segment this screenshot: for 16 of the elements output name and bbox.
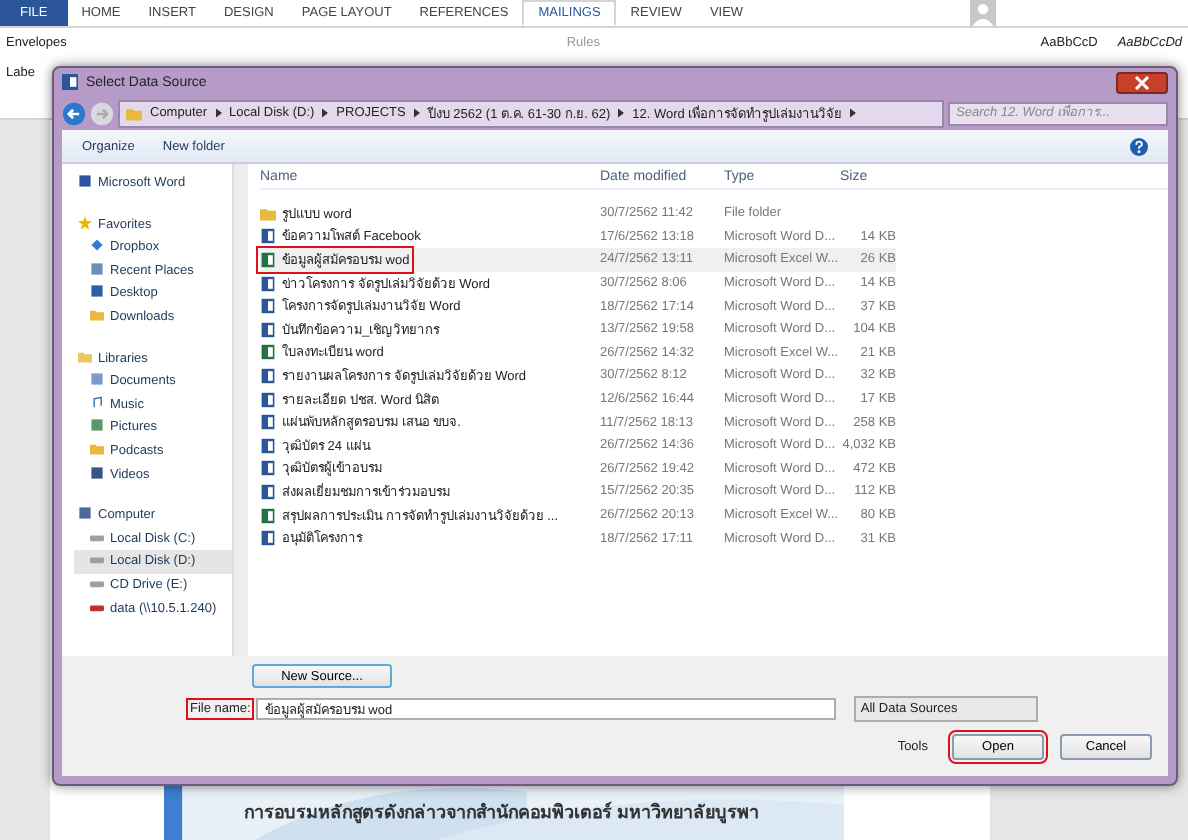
chevron-icon (413, 108, 420, 118)
star-icon (78, 215, 92, 230)
folder-icon (260, 205, 276, 222)
dropbox-icon (90, 238, 104, 253)
close-button[interactable] (1116, 71, 1168, 93)
chevron-icon (322, 108, 329, 118)
close-icon (1134, 75, 1150, 89)
document-text: การอบรมหลักสูตรดังกล่าวจากสำนักคอมพิวเตอร์ มหาวิทยาลัยบูรพา (244, 799, 760, 826)
folder-icon (90, 307, 104, 322)
chevron-icon (618, 108, 625, 118)
help-icon[interactable] (1130, 137, 1148, 155)
chevron-icon (850, 108, 857, 118)
scrollbar[interactable] (232, 164, 248, 656)
folder-icon (90, 441, 104, 456)
back-icon[interactable] (62, 101, 86, 125)
chevron-icon (215, 108, 222, 118)
